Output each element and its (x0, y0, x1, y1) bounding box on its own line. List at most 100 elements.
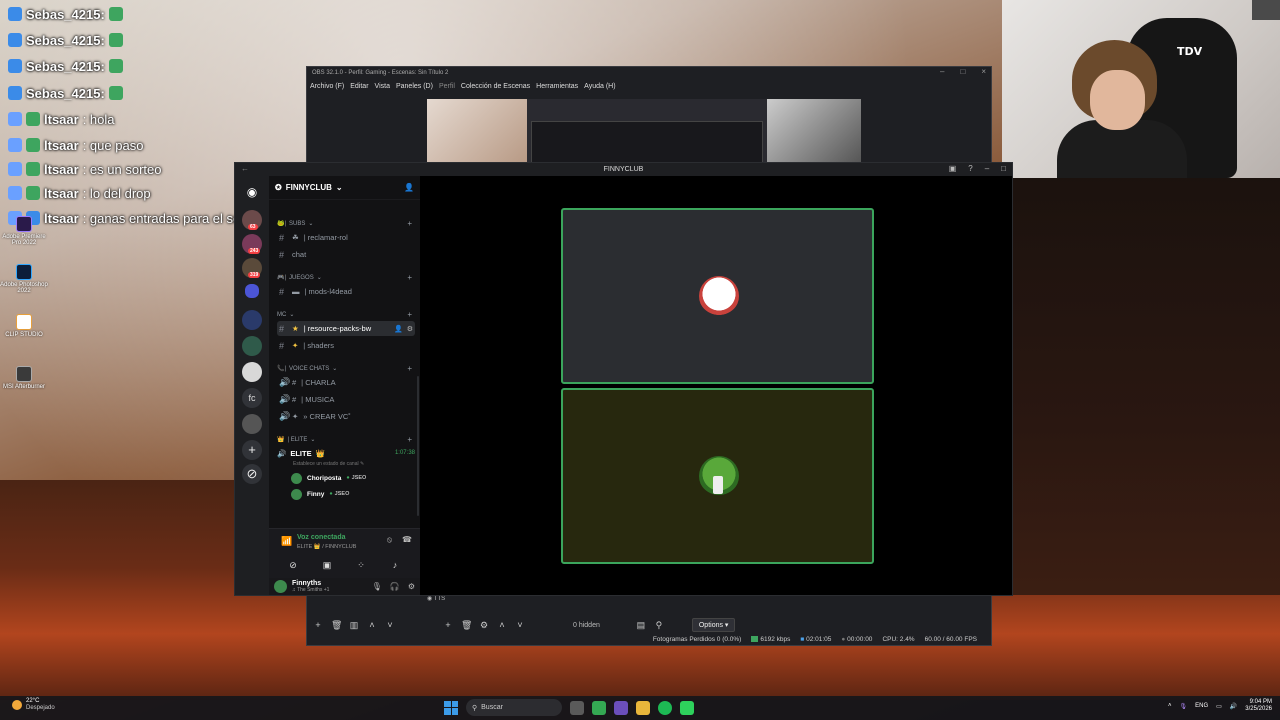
discord-window[interactable]: ← FINNYCLUB ▣ ? – □ ◉ 63 243 319 fc + ⊘ … (234, 162, 1013, 596)
chrome-icon[interactable] (592, 700, 606, 715)
volume-icon[interactable]: 🔊 (1230, 703, 1237, 710)
weather-widget[interactable]: 22°C Despejado (12, 698, 55, 711)
remove-source-icon[interactable]: 🗑 (461, 620, 472, 630)
add-scene-icon[interactable]: + (313, 620, 323, 630)
source-item-tts[interactable]: ◉ TTS (427, 595, 445, 602)
move-up-icon[interactable]: ˄ (367, 620, 377, 630)
category-mc[interactable]: MC ⌄ + (277, 310, 412, 319)
channel-shaders[interactable]: # ✦ | shaders (277, 338, 415, 353)
voice-member[interactable]: ChoripostaJSEO (291, 471, 366, 485)
desktop-icon-clipstudio[interactable]: CLIP STUDIO (0, 314, 48, 338)
maximize-icon[interactable]: □ (1001, 164, 1006, 173)
voice-tile[interactable] (561, 208, 874, 384)
noise-suppression-icon[interactable]: ⦸ (387, 535, 392, 545)
server-icon[interactable] (242, 310, 262, 330)
gear-icon[interactable]: ⚙ (408, 582, 415, 591)
desktop-icon-afterburner[interactable]: MSI Afterburner (0, 366, 48, 390)
server-icon[interactable] (242, 414, 262, 434)
category-subs[interactable]: 🐸| SUBS ⌄ + (277, 219, 412, 228)
back-arrow-icon[interactable]: ← (241, 164, 249, 173)
menu-perfil[interactable]: Perfil (439, 83, 455, 90)
category-juegos[interactable]: 🎮| JUEGOS ⌄ + (277, 273, 412, 282)
desktop-icon-premiere[interactable]: Adobe Premiere Pro 2022 (0, 216, 48, 246)
voice-channel-elite[interactable]: 🔊 ELITE 👑 1:07:38 (277, 446, 415, 460)
soundboard-icon[interactable]: ♪ (381, 557, 409, 573)
add-source-icon[interactable]: + (443, 620, 453, 630)
chevron-up-icon[interactable]: ˄ (1168, 703, 1172, 709)
voice-connected-channel[interactable]: ELITE 👑 / FINNYCLUB (297, 544, 356, 550)
remove-scene-icon[interactable]: 🗑 (331, 620, 342, 630)
channel-charla[interactable]: 🔊 # | CHARLA (277, 375, 415, 390)
channel-status-input[interactable]: Establece un estado de canal ✎ (293, 461, 364, 467)
discord-titlebar[interactable]: ← FINNYCLUB ▣ ? – □ (235, 163, 1012, 176)
minimize-icon[interactable]: – (940, 67, 944, 76)
voice-member[interactable]: FinnyJSEO (291, 487, 349, 501)
gear-icon[interactable]: ⚙ (407, 325, 413, 333)
category-elite[interactable]: 👑 | ELITE ⌄ + (277, 435, 412, 444)
server-icon[interactable] (242, 362, 262, 382)
windows-start-icon[interactable] (444, 700, 458, 715)
close-icon[interactable]: × (981, 67, 986, 76)
channel-mods-l4dead[interactable]: # ▬ | mods-l4dead (277, 284, 415, 299)
obs-preview[interactable] (427, 99, 861, 163)
username[interactable]: Finnyths (292, 580, 329, 587)
headphones-icon[interactable]: 🎧 (390, 582, 400, 591)
spotify-icon[interactable] (658, 700, 672, 715)
menu-coleccion-escenas[interactable]: Colección de Escenas (461, 83, 530, 90)
camera-off-icon[interactable]: ⊘ (279, 557, 307, 573)
invite-icon[interactable]: 👤 (394, 325, 403, 333)
add-channel-icon[interactable]: + (407, 273, 412, 282)
server-finnyclub-icon[interactable] (242, 336, 262, 356)
channel-resource-packs-bw[interactable]: # ★ | resource-packs-bw 👤 ⚙ (277, 321, 415, 336)
mixer-layout-icon[interactable]: ▤ (636, 620, 646, 630)
move-down-icon[interactable]: ˅ (515, 620, 525, 630)
task-view-icon[interactable] (570, 700, 584, 715)
add-channel-icon[interactable]: + (407, 310, 412, 319)
menu-editar[interactable]: Editar (350, 83, 368, 90)
gear-icon[interactable]: ⚙ (479, 620, 489, 630)
desktop-icon-photoshop[interactable]: Adobe Photoshop 2022 (0, 264, 48, 294)
folder-icon[interactable] (245, 284, 259, 298)
obs-titlebar[interactable]: OBS 32.1.0 - Perfil: Gaming - Escenas: S… (307, 67, 991, 79)
add-channel-icon[interactable]: + (407, 364, 412, 373)
link-icon[interactable]: ⚲ (654, 620, 664, 630)
options-button[interactable]: Options ▾ (691, 618, 736, 632)
add-user-icon[interactable]: 👤 (404, 183, 414, 192)
add-server-icon[interactable]: + (242, 440, 262, 460)
move-down-icon[interactable]: ˅ (385, 620, 395, 630)
voice-connected-label[interactable]: Voz conectada (297, 534, 346, 541)
microphone-icon[interactable]: 🎙 (372, 582, 382, 591)
microphone-icon[interactable]: 🎙 (1180, 703, 1188, 710)
add-channel-icon[interactable]: + (407, 219, 412, 228)
channel-chat[interactable]: # chat (277, 247, 415, 262)
help-icon[interactable]: ? (968, 164, 972, 173)
activities-icon[interactable]: ⁘ (347, 557, 375, 573)
menu-paneles[interactable]: Paneles (D) (396, 83, 433, 90)
move-up-icon[interactable]: ˄ (497, 620, 507, 630)
inbox-icon[interactable]: ▣ (949, 164, 957, 173)
server-fc-icon[interactable]: fc (242, 388, 262, 408)
avatar[interactable] (274, 580, 287, 593)
channel-crear-vc[interactable]: 🔊 ✦» CREAR VC˚ (277, 409, 415, 424)
category-voice-chats[interactable]: 📞| VOICE CHATS ⌄ + (277, 364, 412, 373)
channel-scrollbar[interactable] (417, 376, 419, 516)
menu-vista[interactable]: Vista (375, 83, 390, 90)
obs-icon[interactable] (614, 700, 628, 715)
channel-musica[interactable]: 🔊 # | MUSICA (277, 392, 415, 407)
clock[interactable]: 9:04 PM 3/25/2026 (1245, 699, 1272, 713)
voice-tile[interactable] (561, 388, 874, 564)
maximize-icon[interactable]: □ (960, 67, 965, 76)
add-channel-icon[interactable]: + (407, 435, 412, 444)
menu-herramientas[interactable]: Herramientas (536, 83, 578, 90)
channel-reclamar-rol[interactable]: # ☘ | reclamar-rol (277, 230, 415, 245)
disconnect-icon[interactable]: ☎ (402, 535, 412, 545)
menu-ayuda[interactable]: Ayuda (H) (584, 83, 615, 90)
guild-header[interactable]: ✪ FINNYCLUB ⌄ 👤 (269, 176, 420, 200)
filter-scene-icon[interactable]: ▥ (349, 620, 359, 630)
screen-share-icon[interactable]: ▣ (313, 557, 341, 573)
taskbar-search[interactable]: ⚲ Buscar (466, 699, 562, 716)
app-icon[interactable] (680, 700, 694, 715)
file-explorer-icon[interactable] (636, 700, 650, 715)
language-indicator[interactable]: ENG (1195, 703, 1208, 709)
network-icon[interactable]: ▭ (1216, 703, 1222, 710)
